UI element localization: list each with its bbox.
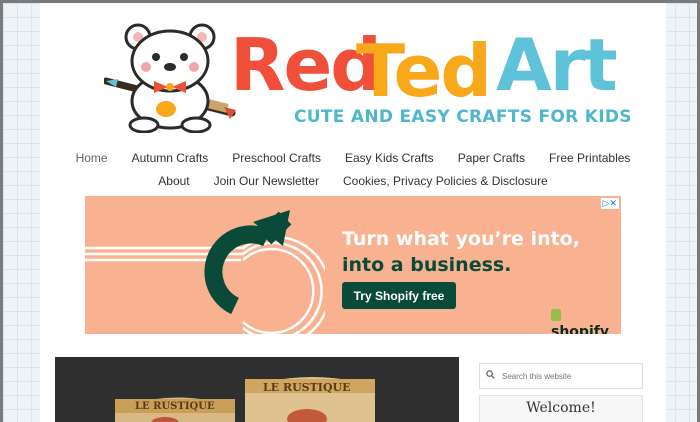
nav-home[interactable]: Home bbox=[64, 151, 120, 165]
page-background: Red Ted Art CUTE AND EASY CRAFTS FOR KID… bbox=[3, 3, 697, 422]
search-input[interactable] bbox=[500, 370, 634, 382]
try-shopify-button[interactable]: Try Shopify free bbox=[342, 282, 456, 309]
logo-word-art: Art bbox=[496, 23, 618, 107]
ad-headline: Turn what you’re into, into a business. bbox=[342, 226, 580, 278]
nav-free-printables[interactable]: Free Printables bbox=[537, 151, 642, 165]
bear-mascot-icon bbox=[104, 23, 236, 133]
nav-paper-crafts[interactable]: Paper Crafts bbox=[446, 151, 537, 165]
cheese-box-lanterns-photo bbox=[55, 357, 459, 422]
nav-join-newsletter[interactable]: Join Our Newsletter bbox=[202, 174, 331, 188]
nav-preschool-crafts[interactable]: Preschool Crafts bbox=[220, 151, 333, 165]
shopify-wordmark: shopify bbox=[551, 324, 609, 334]
shopify-advert[interactable]: Turn what you’re into, into a business. … bbox=[85, 196, 621, 334]
featured-post-image[interactable]: LE RUSTIQUE LE RUSTIQUE bbox=[55, 357, 459, 422]
sidebar: Welcome! bbox=[477, 357, 647, 422]
adchoices-icon[interactable]: ▷✕ bbox=[600, 198, 619, 209]
search-icon[interactable] bbox=[480, 370, 500, 382]
page-container: Red Ted Art CUTE AND EASY CRAFTS FOR KID… bbox=[40, 3, 666, 422]
photo-label-left: LE RUSTIQUE bbox=[135, 401, 215, 412]
site-logo[interactable]: Red Ted Art CUTE AND EASY CRAFTS FOR KID… bbox=[104, 21, 634, 133]
welcome-title: Welcome! bbox=[526, 400, 596, 416]
site-tagline: CUTE AND EASY CRAFTS FOR KIDS bbox=[294, 107, 632, 127]
ad-headline-line-2: into a business. bbox=[342, 254, 512, 276]
shopify-bag-icon bbox=[551, 309, 561, 321]
nav-autumn-crafts[interactable]: Autumn Crafts bbox=[120, 151, 221, 165]
nav-cookies-privacy[interactable]: Cookies, Privacy Policies & Disclosure bbox=[331, 174, 560, 188]
shopify-logo: shopify bbox=[551, 308, 621, 334]
shopify-arrow-graphic bbox=[85, 210, 325, 334]
primary-nav-row-2: About Join Our Newsletter Cookies, Priva… bbox=[40, 174, 666, 188]
primary-nav-row-1: Home Autumn Crafts Preschool Crafts Easy… bbox=[40, 151, 666, 165]
search-box[interactable] bbox=[479, 363, 643, 389]
photo-label-right: LE RUSTIQUE bbox=[263, 381, 351, 394]
welcome-widget: Welcome! bbox=[479, 395, 643, 422]
nav-easy-kids-crafts[interactable]: Easy Kids Crafts bbox=[333, 151, 446, 165]
nav-about[interactable]: About bbox=[146, 174, 201, 188]
logo-word-ted: Ted bbox=[356, 29, 492, 113]
ad-headline-line-1: Turn what you’re into, bbox=[342, 228, 580, 250]
